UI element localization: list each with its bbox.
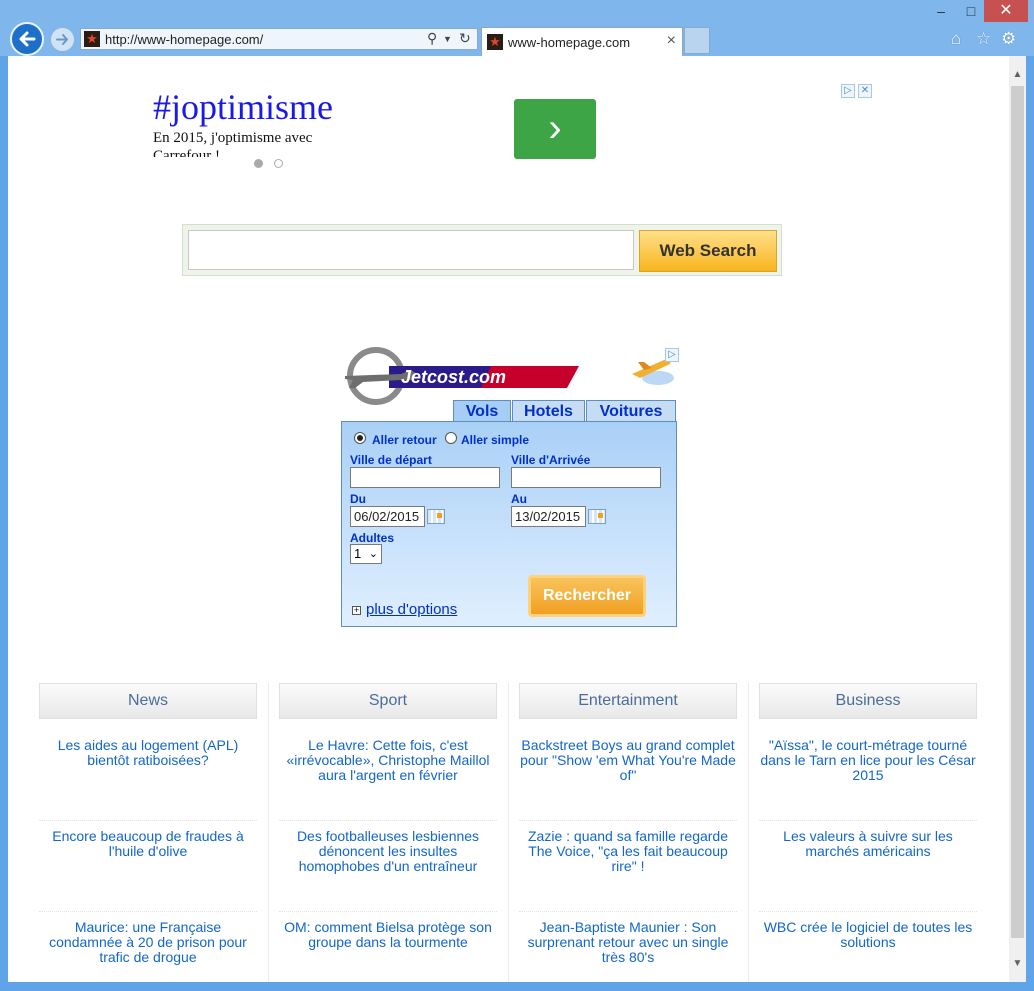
news-column-entertainment: Entertainment Backstreet Boys au grand c… bbox=[519, 683, 737, 965]
story-link[interactable]: WBC crée le logiciel de toutes les solut… bbox=[759, 920, 977, 950]
label-aller-retour[interactable]: Aller retour bbox=[372, 433, 437, 447]
forward-arrow-icon bbox=[56, 34, 68, 45]
web-search-input[interactable] bbox=[188, 230, 634, 270]
tab-title: www-homepage.com bbox=[508, 35, 631, 50]
dropdown-icon[interactable]: ▼ bbox=[443, 34, 452, 44]
star-icon[interactable]: ☆ bbox=[976, 29, 991, 49]
news-column-sport: Sport Le Havre: Cette fois, c'est «irrév… bbox=[279, 683, 497, 950]
scroll-up-icon[interactable]: ▲ bbox=[1009, 66, 1026, 83]
page-viewport: #joptimisme En 2015, j'optimisme avec Ca… bbox=[8, 56, 1009, 982]
gear-icon[interactable]: ⚙ bbox=[1001, 29, 1016, 49]
ad-title[interactable]: #joptimisme bbox=[153, 86, 333, 128]
tab-vols[interactable]: Vols bbox=[453, 400, 511, 422]
story-divider bbox=[279, 911, 497, 912]
story-divider bbox=[39, 911, 257, 912]
site-favicon: ★ bbox=[84, 31, 100, 47]
ville-arrivee-input[interactable] bbox=[511, 467, 661, 488]
vertical-scrollbar[interactable]: ▲ ▼ bbox=[1009, 56, 1026, 982]
story-link[interactable]: Des footballeuses lesbiennes dénoncent l… bbox=[279, 829, 497, 874]
back-button[interactable] bbox=[10, 22, 44, 56]
date-du-input[interactable] bbox=[350, 506, 425, 527]
chevron-right-icon: › bbox=[548, 106, 562, 150]
news-column-news: News Les aides au logement (APL) bientôt… bbox=[39, 683, 257, 965]
story-link[interactable]: "Aïssa", le court-métrage tourné dans le… bbox=[759, 738, 977, 783]
web-search-box: Web Search bbox=[182, 224, 782, 276]
adultes-value: 1 bbox=[354, 546, 362, 561]
refresh-icon[interactable]: ↻ bbox=[459, 30, 471, 47]
address-bar[interactable]: ★ http://www-homepage.com/ ⚲ ▼ ↻ bbox=[80, 28, 478, 50]
search-icon[interactable]: ⚲ bbox=[427, 30, 437, 47]
label-aller-simple[interactable]: Aller simple bbox=[461, 433, 529, 447]
scrollbar-thumb[interactable] bbox=[1011, 86, 1024, 938]
column-header[interactable]: Sport bbox=[279, 683, 497, 719]
more-options-link[interactable]: plus d'options bbox=[366, 601, 457, 618]
column-divider bbox=[268, 683, 269, 982]
column-header[interactable]: Business bbox=[759, 683, 977, 719]
jetcost-logo[interactable]: Jetcost.com bbox=[341, 346, 581, 406]
story-link[interactable]: Les aides au logement (APL) bientôt rati… bbox=[39, 738, 257, 768]
news-column-business: Business "Aïssa", le court-métrage tourn… bbox=[759, 683, 977, 950]
column-divider bbox=[508, 683, 509, 982]
column-header[interactable]: News bbox=[39, 683, 257, 719]
story-link[interactable]: Zazie : quand sa famille regarde The Voi… bbox=[519, 829, 737, 874]
tab-voitures[interactable]: Voitures bbox=[586, 400, 676, 422]
story-divider bbox=[279, 820, 497, 821]
ad-text[interactable]: En 2015, j'optimisme avec Carrefour ! bbox=[153, 129, 353, 157]
story-link[interactable]: Le Havre: Cette fois, c'est «irrévocable… bbox=[279, 738, 497, 783]
ville-depart-input[interactable] bbox=[350, 467, 500, 488]
maximize-button[interactable]: □ bbox=[958, 0, 984, 22]
ad-carousel-dot[interactable] bbox=[254, 159, 263, 168]
label-ville-arrivee: Ville d'Arrivée bbox=[511, 453, 591, 467]
story-divider bbox=[759, 820, 977, 821]
minimize-button[interactable]: ‒ bbox=[924, 0, 958, 22]
calendar-icon[interactable] bbox=[588, 509, 606, 524]
close-icon[interactable]: × bbox=[667, 32, 676, 50]
address-text[interactable]: http://www-homepage.com/ bbox=[105, 32, 263, 47]
story-link[interactable]: OM: comment Bielsa protège son groupe da… bbox=[279, 920, 497, 950]
story-link[interactable]: Encore beaucoup de fraudes à l'huile d'o… bbox=[39, 829, 257, 859]
browser-tab[interactable]: ★ www-homepage.com × bbox=[481, 27, 683, 56]
rechercher-button[interactable]: Rechercher bbox=[528, 575, 646, 617]
chevron-down-icon: ⌄ bbox=[368, 548, 378, 560]
flight-search-form: Aller retour Aller simple Ville de dépar… bbox=[341, 421, 677, 627]
story-link[interactable]: Jean-Baptiste Maunier : Son surprenant r… bbox=[519, 920, 737, 965]
story-link[interactable]: Backstreet Boys au grand complet pour "S… bbox=[519, 738, 737, 783]
label-du: Du bbox=[350, 492, 366, 506]
forward-button[interactable] bbox=[50, 27, 75, 52]
label-adultes: Adultes bbox=[350, 531, 395, 545]
story-link[interactable]: Maurice: une Française condamnée à 20 de… bbox=[39, 920, 257, 965]
radio-aller-retour[interactable] bbox=[354, 432, 366, 444]
column-divider bbox=[748, 683, 749, 982]
story-divider bbox=[519, 820, 737, 821]
adultes-select[interactable]: 1 ⌄ bbox=[350, 544, 382, 564]
jetcost-logo-text: Jetcost.com bbox=[401, 367, 506, 387]
story-divider bbox=[759, 911, 977, 912]
calendar-icon[interactable] bbox=[427, 509, 445, 524]
story-link[interactable]: Les valeurs à suivre sur les marchés amé… bbox=[759, 829, 977, 859]
home-icon[interactable]: ⌂ bbox=[951, 29, 961, 49]
window-close-button[interactable]: ✕ bbox=[984, 0, 1028, 22]
date-au-input[interactable] bbox=[511, 506, 586, 527]
story-divider bbox=[519, 911, 737, 912]
web-search-button[interactable]: Web Search bbox=[639, 230, 777, 272]
adchoices-icon[interactable]: ▷ bbox=[665, 348, 679, 362]
new-tab-button[interactable] bbox=[684, 27, 710, 54]
radio-aller-simple[interactable] bbox=[445, 432, 457, 444]
browser-toolbar: ★ http://www-homepage.com/ ⚲ ▼ ↻ ★ www-h… bbox=[0, 0, 1034, 56]
tab-favicon: ★ bbox=[487, 34, 503, 50]
scroll-down-icon[interactable]: ▼ bbox=[1009, 955, 1026, 972]
ad-close-icon[interactable]: ✕ bbox=[858, 84, 872, 98]
ad-next-button[interactable]: › bbox=[514, 99, 596, 159]
label-au: Au bbox=[511, 492, 527, 506]
adchoices-icon[interactable]: ▷ bbox=[841, 84, 855, 98]
tab-hotels[interactable]: Hotels bbox=[512, 400, 585, 422]
story-divider bbox=[39, 820, 257, 821]
column-header[interactable]: Entertainment bbox=[519, 683, 737, 719]
label-ville-depart: Ville de départ bbox=[350, 453, 432, 467]
ad-carousel-dot[interactable] bbox=[274, 159, 283, 168]
back-arrow-icon bbox=[19, 31, 36, 47]
plus-icon[interactable]: + bbox=[352, 606, 361, 615]
